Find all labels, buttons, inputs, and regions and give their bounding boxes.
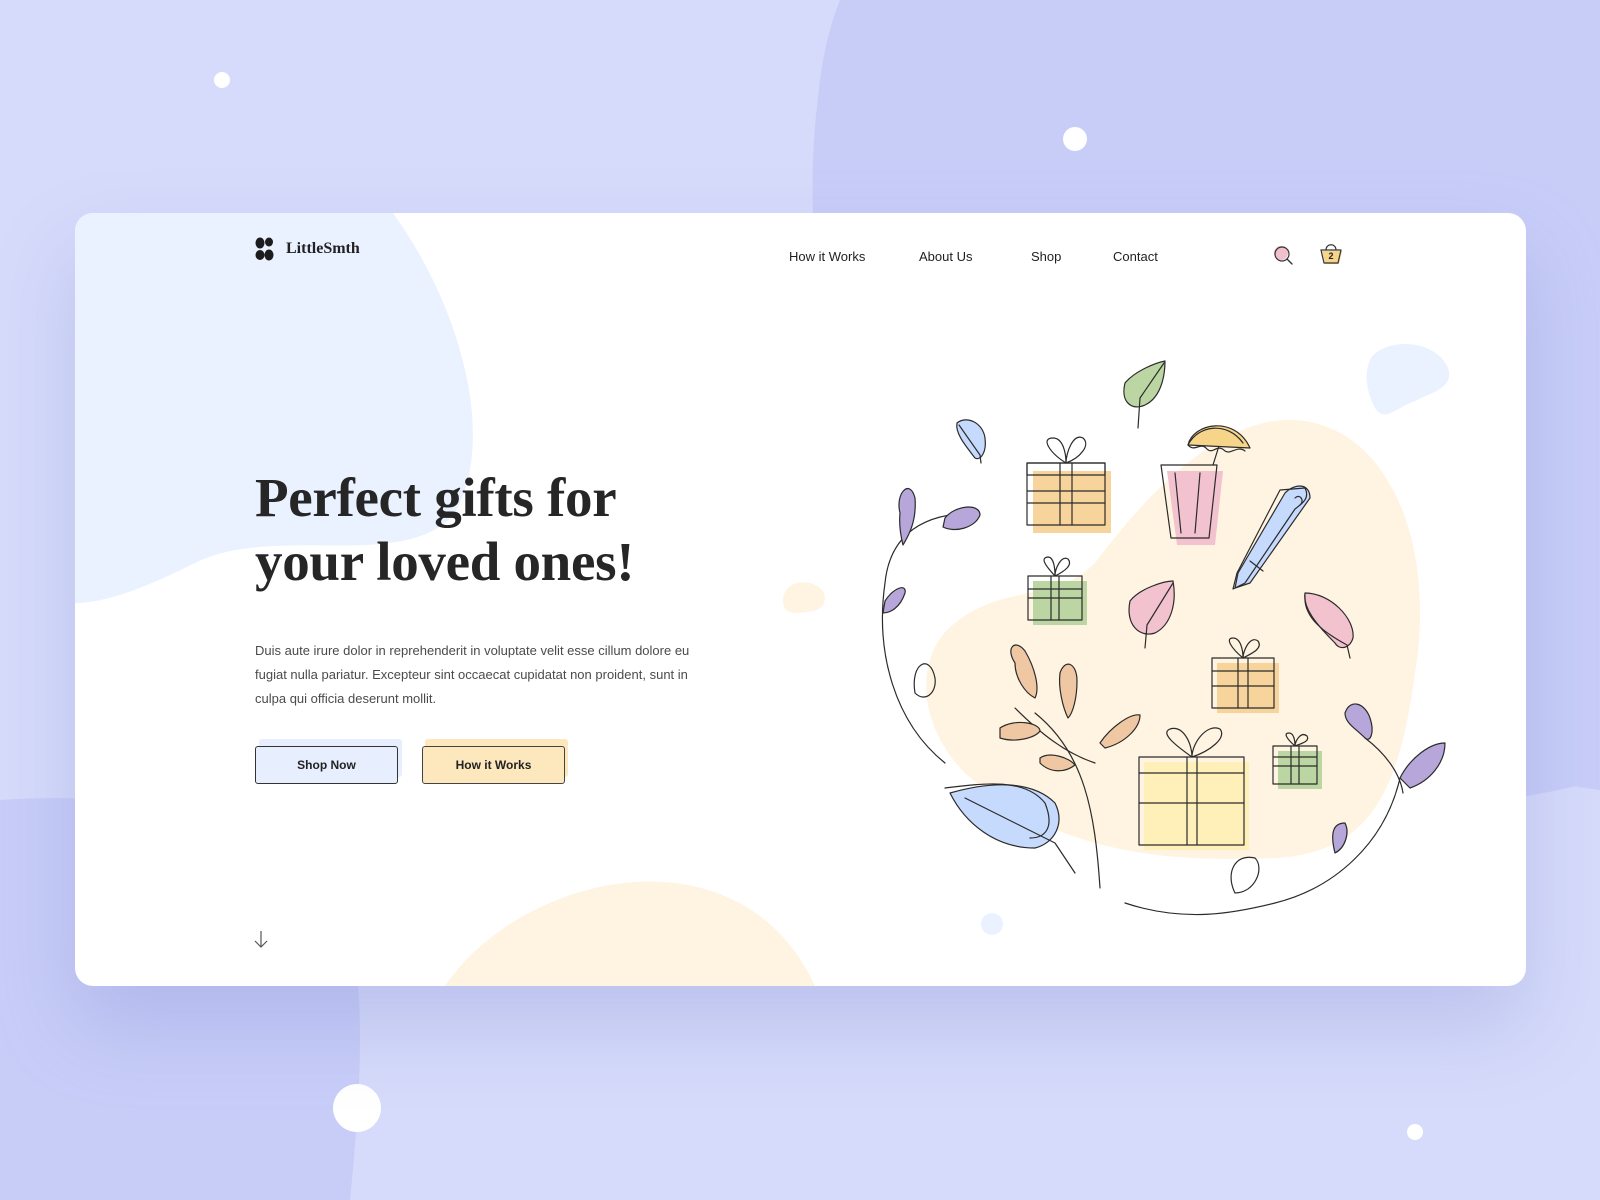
nav-shop[interactable]: Shop (1031, 249, 1061, 264)
logo-mark-icon (255, 237, 274, 261)
cart-button[interactable]: 2 (1318, 239, 1346, 267)
gifts-illustration (882, 360, 1446, 916)
nav-how-it-works[interactable]: How it Works (789, 249, 865, 264)
decorative-dot (214, 72, 230, 88)
hero-description: Duis aute irure dolor in reprehenderit i… (255, 643, 690, 706)
decorative-dot (1407, 1124, 1423, 1140)
how-it-works-button[interactable]: How it Works (422, 746, 565, 784)
brand-logo[interactable]: LittleSmth (255, 237, 360, 261)
brand-name: LittleSmth (286, 240, 360, 257)
hero-title: Perfect gifts for your loved ones! (255, 466, 635, 594)
shop-now-button[interactable]: Shop Now (255, 746, 398, 784)
hero-title-line-1: Perfect gifts for (255, 467, 617, 528)
search-icon[interactable] (1271, 243, 1295, 267)
cart-count-badge: 2 (1328, 251, 1334, 261)
landing-card: LittleSmth How it Works About Us Shop Co… (75, 213, 1526, 986)
decorative-dot (1063, 127, 1087, 151)
decorative-dot (333, 1084, 381, 1132)
nav-contact[interactable]: Contact (1113, 249, 1158, 264)
nav-about-us[interactable]: About Us (919, 249, 972, 264)
hero-title-line-2: your loved ones! (255, 531, 635, 592)
arrow-down-icon[interactable] (253, 930, 269, 950)
